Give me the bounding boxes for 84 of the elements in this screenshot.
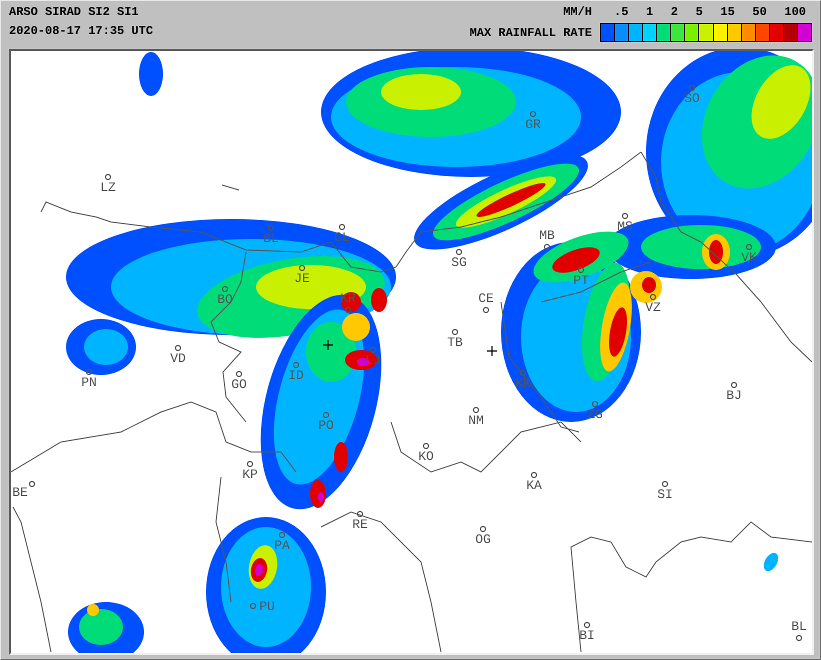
city-label: SO <box>684 92 700 105</box>
city-marker-icon <box>530 472 538 478</box>
city-label: BJ <box>726 389 742 402</box>
city-marker-icon <box>236 370 242 378</box>
city-marker-icon <box>28 480 36 488</box>
city-label: KR <box>340 292 356 305</box>
city-label: BI <box>579 629 595 642</box>
city-label: SG <box>451 256 467 269</box>
city-marker-icon <box>174 344 182 352</box>
city-label: GO <box>231 378 247 391</box>
city-marker-icon <box>544 244 550 250</box>
city-label: GR <box>525 118 541 131</box>
city-label: SI <box>657 488 673 501</box>
city-label: VD <box>170 352 186 365</box>
city-marker-icon <box>530 110 536 118</box>
city-marker-icon <box>322 412 330 418</box>
scale-value: 15 <box>720 5 735 19</box>
city-marker-icon <box>344 306 352 314</box>
city-marker-icon <box>746 244 752 250</box>
city-marker-icon <box>452 328 458 336</box>
city-marker-icon <box>796 634 802 642</box>
city-marker-icon <box>578 266 584 274</box>
city-marker-icon <box>584 622 590 628</box>
city-label: OG <box>475 533 491 546</box>
city-marker-icon <box>650 294 656 300</box>
city-marker-icon <box>520 370 526 376</box>
legend-caption: MAX RAINFALL RATE <box>470 26 592 40</box>
city-label: BL <box>791 620 807 633</box>
city-marker-icon <box>422 442 430 450</box>
city-label: JE <box>294 272 310 285</box>
city-label: LZ <box>100 181 116 194</box>
city-marker-icon <box>482 306 490 314</box>
city-label: PA <box>274 539 290 552</box>
city-label: KP <box>242 468 258 481</box>
city-marker-icon <box>472 406 480 414</box>
scale-value: 50 <box>752 5 767 19</box>
city-label: MB <box>539 229 555 242</box>
city-label: KK <box>515 377 531 390</box>
city-marker-icon <box>246 460 254 468</box>
city-label: BE <box>12 486 28 499</box>
city-marker-icon <box>298 264 306 272</box>
city-marker-icon <box>268 224 274 232</box>
city-marker-icon <box>688 84 696 92</box>
city-label: NM <box>468 414 484 427</box>
scale-value: 5 <box>696 5 703 19</box>
city-marker-icon <box>222 286 228 292</box>
scale-value: .5 <box>614 5 628 19</box>
city-label: CE <box>478 292 494 305</box>
city-label: KA <box>526 479 542 492</box>
city-label: PU <box>259 600 275 613</box>
unit-label: MM/H <box>563 5 592 19</box>
city-marker-icon <box>456 248 462 256</box>
city-marker-icon <box>278 532 286 538</box>
city-label: BO <box>217 293 233 306</box>
city-label: RE <box>352 518 368 531</box>
radar-site-icon <box>486 345 498 357</box>
radar-title: ARSO SIRAD SI2 SI1 <box>9 5 140 19</box>
radar-site-icon <box>322 339 334 351</box>
city-marker-icon <box>370 346 376 354</box>
city-marker-icon <box>104 174 112 180</box>
city-marker-icon <box>662 480 668 488</box>
lake-outline-icon <box>222 184 240 190</box>
city-marker-icon <box>730 382 738 388</box>
city-label: ID <box>288 369 304 382</box>
city-label: PT <box>573 274 589 287</box>
city-marker-icon <box>592 400 598 408</box>
city-label: PN <box>81 376 97 389</box>
timestamp: 2020-08-17 17:35 UTC <box>9 24 154 38</box>
scale-value: 2 <box>670 5 678 19</box>
city-marker-icon <box>356 510 364 518</box>
city-marker-icon <box>292 362 300 368</box>
city-marker-icon <box>250 602 256 610</box>
scale-value: 100 <box>784 5 806 19</box>
city-label: TB <box>447 336 463 349</box>
scale-value: 1 <box>646 5 654 19</box>
city-label: VZ <box>645 301 661 314</box>
city-label: MS <box>617 220 633 233</box>
city-marker-icon <box>338 224 346 230</box>
city-marker-icon <box>622 212 628 220</box>
city-marker-icon <box>480 526 486 532</box>
city-label: KO <box>418 450 434 463</box>
city-label: PO <box>318 419 334 432</box>
city-label: CL <box>334 231 350 244</box>
city-marker-icon <box>86 368 92 376</box>
